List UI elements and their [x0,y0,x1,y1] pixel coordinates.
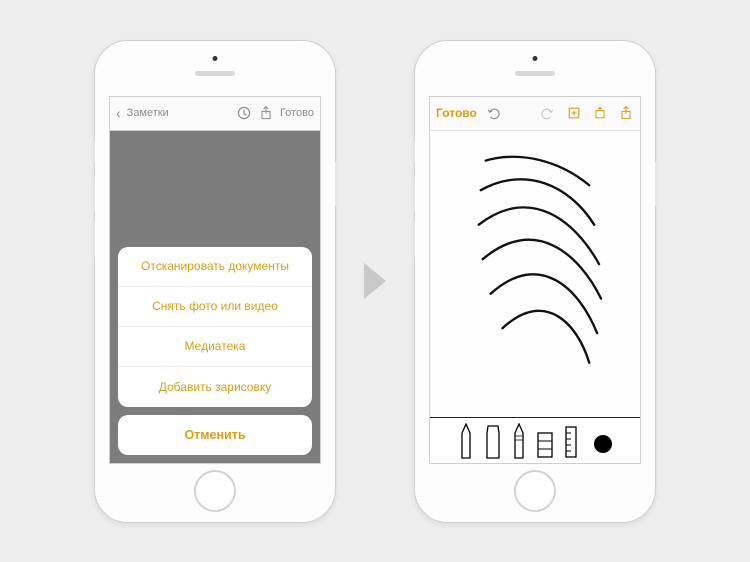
side-button [92,176,95,212]
home-button[interactable] [194,470,236,512]
screen-right: Готово [429,96,641,464]
sheet-cancel-button[interactable]: Отменить [118,415,312,455]
eraser-tool[interactable] [536,429,554,459]
sheet-take-photo-video[interactable]: Снять фото или видео [118,287,312,327]
ruler-tool[interactable] [564,425,578,459]
rotate-icon[interactable] [592,105,608,121]
back-label[interactable]: Заметки [127,107,169,119]
side-button [655,161,658,207]
phone-right: Готово [414,40,656,523]
side-button [412,221,415,257]
side-button [92,141,95,163]
done-button[interactable]: Готово [436,106,477,120]
redo-icon[interactable] [540,105,556,121]
color-picker[interactable] [594,435,612,453]
sheet-scan-documents[interactable]: Отсканировать документы [118,247,312,287]
earpiece [515,71,555,76]
sketch-canvas[interactable] [430,131,640,417]
chevron-left-icon[interactable]: ‹ [116,105,121,121]
earpiece [195,71,235,76]
sheet-add-sketch[interactable]: Добавить зарисовку [118,367,312,407]
front-camera [533,56,538,61]
done-label[interactable]: Готово [280,107,314,119]
share-icon[interactable] [258,105,274,121]
action-sheet-group: Отсканировать документы Снять фото или в… [118,247,312,407]
action-sheet: Отсканировать документы Снять фото или в… [118,247,312,455]
undo-icon[interactable] [485,105,501,121]
topbar: Готово [430,97,640,131]
arrow-right-icon [364,263,386,299]
sheet-media-library[interactable]: Медиатека [118,327,312,367]
share-icon[interactable] [618,105,634,121]
home-button[interactable] [514,470,556,512]
attachment-icon[interactable] [236,105,252,121]
side-button [92,221,95,257]
pen-tool[interactable] [458,423,474,459]
new-note-icon[interactable] [566,105,582,121]
draw-toolbar [430,417,640,463]
phone-left: ‹ Заметки Готово Отсканировать документы… [94,40,336,523]
marker-tool[interactable] [484,423,502,459]
front-camera [213,56,218,61]
pencil-tool[interactable] [512,423,526,459]
screen-left: ‹ Заметки Готово Отсканировать документы… [109,96,321,464]
side-button [412,176,415,212]
side-button [335,161,338,207]
topbar: ‹ Заметки Готово [110,97,320,131]
side-button [412,141,415,163]
